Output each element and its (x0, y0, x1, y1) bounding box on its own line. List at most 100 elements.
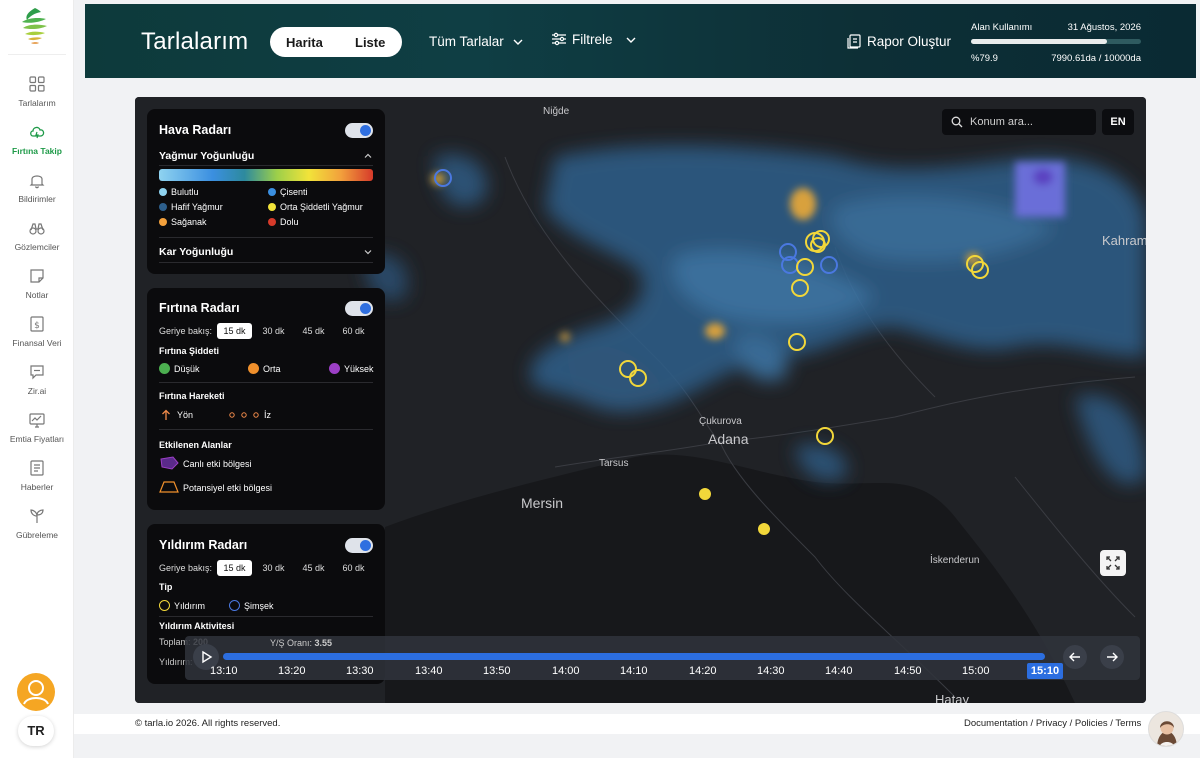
divider (159, 262, 373, 263)
footer-link-policies[interactable]: Policies (1075, 718, 1108, 729)
support-avatar[interactable] (1148, 711, 1184, 747)
legend-dot-light-rain (159, 203, 167, 211)
weather-radar-toggle[interactable] (345, 123, 373, 138)
chevron-down-icon[interactable] (513, 37, 523, 47)
report-button[interactable]: Rapor Oluştur (847, 34, 951, 49)
lookback-label: Geriye bakış: (159, 326, 213, 336)
timeline-current-time[interactable]: 15:10 (1027, 663, 1063, 679)
svg-text:$: $ (34, 321, 40, 331)
storm-severity-title: Fırtına Şiddeti (159, 346, 220, 356)
view-toggle: Harita Liste (270, 27, 402, 57)
timeline-tick[interactable]: 14:10 (620, 665, 648, 677)
grid-icon (29, 76, 45, 92)
type-title: Tip (159, 582, 173, 592)
arrow-left-icon (1069, 652, 1080, 662)
footer-link-privacy[interactable]: Privacy (1036, 718, 1067, 729)
chevron-down-icon[interactable] (626, 35, 636, 45)
timeline-tick[interactable]: 14:20 (689, 665, 717, 677)
timeline-tick[interactable]: 13:30 (346, 665, 374, 677)
timeline-prev-button[interactable] (1063, 645, 1087, 669)
sidebar-item-tarlalarim[interactable]: Tarlalarım (0, 75, 74, 123)
lookback-option-45[interactable]: 45 dk (296, 560, 331, 576)
sidebar-item-firtina-takip[interactable]: Fırtına Takip (0, 123, 74, 171)
usage-label: Alan Kullanımı (971, 22, 1033, 33)
sidebar-item-emtia-fiyatlari[interactable]: Emtia Fiyatları (0, 411, 74, 459)
tab-liste[interactable]: Liste (355, 35, 385, 50)
place-label-kahram: Kahram (1102, 233, 1146, 248)
field-select-label: Tüm Tarlalar (429, 34, 504, 49)
sidebar-item-haberler[interactable]: Haberler (0, 459, 74, 507)
timeline-tick[interactable]: 13:10 (210, 665, 238, 677)
bell-icon (29, 175, 45, 189)
type-label-flash: Şimşek (244, 601, 274, 611)
user-icon (23, 680, 49, 705)
radar-map[interactable]: Niğde Kahram Çukurova Adana Tarsus Mersi… (135, 97, 1146, 703)
timeline-tick[interactable]: 15:00 (962, 665, 990, 677)
language-button[interactable]: TR (18, 716, 54, 746)
timeline-tick[interactable]: 13:20 (278, 665, 306, 677)
timeline-progress-bar[interactable] (223, 653, 1045, 660)
lookback-option-15[interactable]: 15 dk (217, 323, 252, 339)
timeline-tick[interactable]: 13:40 (415, 665, 443, 677)
tab-harita[interactable]: Harita (286, 35, 323, 50)
timeline-tick[interactable]: 14:30 (757, 665, 785, 677)
filter-button[interactable]: Filtrele (551, 32, 613, 47)
arrow-up-icon (162, 409, 170, 420)
storm-radar-toggle[interactable] (345, 301, 373, 316)
sidebar-item-gubreleme[interactable]: Gübreleme (0, 507, 74, 555)
lookback-option-15[interactable]: 15 dk (217, 560, 252, 576)
sidebar-item-gozlemciler[interactable]: Gözlemciler (0, 219, 74, 267)
search-input[interactable] (970, 113, 1090, 131)
legend-label: Orta Şiddetli Yağmur (280, 202, 363, 212)
live-area-icon (160, 456, 179, 470)
severity-dot-high (329, 363, 340, 374)
lightning-marker[interactable] (758, 523, 770, 535)
chevron-up-icon[interactable] (363, 151, 373, 161)
lightning-radar-toggle[interactable] (345, 538, 373, 553)
divider (159, 165, 373, 166)
lightning-lookback-selector: Geriye bakış: 15 dk 30 dk 45 dk 60 dk (159, 560, 373, 576)
sidebar-item-bildirimler[interactable]: Bildirimler (0, 171, 74, 219)
rain-intensity-title[interactable]: Yağmur Yoğunluğu (159, 150, 254, 162)
timeline-tick[interactable]: 14:00 (552, 665, 580, 677)
lookback-option-60[interactable]: 60 dk (336, 323, 371, 339)
search-icon (951, 116, 963, 128)
footer: © tarla.io 2026. All rights reserved. Do… (74, 714, 1200, 734)
lookback-option-30[interactable]: 30 dk (256, 323, 291, 339)
lookback-option-45[interactable]: 45 dk (296, 323, 331, 339)
sidebar-item-zirai[interactable]: Zir.ai (0, 363, 74, 411)
place-label-cukurova: Çukurova (699, 416, 742, 427)
timeline-tick[interactable]: 13:50 (483, 665, 511, 677)
footer-link-documentation[interactable]: Documentation (964, 718, 1028, 729)
timeline-tick[interactable]: 14:40 (825, 665, 853, 677)
tarla-logo[interactable] (18, 6, 52, 46)
activity-title: Yıldırım Aktivitesi (159, 621, 235, 631)
sidebar-item-label: Fırtına Takip (12, 146, 62, 156)
sidebar-item-finansal-veri[interactable]: $ Finansal Veri (0, 315, 74, 363)
fullscreen-button[interactable] (1100, 550, 1126, 576)
potential-area-icon (159, 481, 179, 493)
map-language-button[interactable]: EN (1102, 109, 1134, 135)
sidebar-item-notlar[interactable]: Notlar (0, 267, 74, 315)
storm-movement-title: Fırtına Hareketi (159, 391, 225, 401)
person-photo (1149, 712, 1183, 746)
severity-label-high: Yüksek (344, 364, 374, 374)
snow-intensity-title[interactable]: Kar Yoğunluğu (159, 246, 233, 258)
logo-divider (8, 54, 66, 55)
lookback-option-30[interactable]: 30 dk (256, 560, 291, 576)
legend-dot-shower (159, 218, 167, 226)
lookback-option-60[interactable]: 60 dk (336, 560, 371, 576)
chevron-down-icon[interactable] (363, 247, 373, 257)
lightning-marker[interactable] (699, 488, 711, 500)
footer-links: Documentation / Privacy / Policies / Ter… (964, 718, 1142, 729)
legend-dot-moderate-rain (268, 203, 276, 211)
footer-link-terms[interactable]: Terms (1115, 718, 1141, 729)
timeline-tick[interactable]: 14:50 (894, 665, 922, 677)
profile-avatar[interactable] (17, 673, 55, 711)
field-select[interactable]: Tüm Tarlalar (429, 34, 504, 49)
live-area-label: Canlı etki bölgesi (183, 459, 252, 469)
timeline-next-button[interactable] (1100, 645, 1124, 669)
ratio-label: Y/Ş Oranı: (270, 638, 313, 648)
legend-label: Sağanak (171, 217, 207, 227)
type-ring-lightning (159, 600, 170, 611)
